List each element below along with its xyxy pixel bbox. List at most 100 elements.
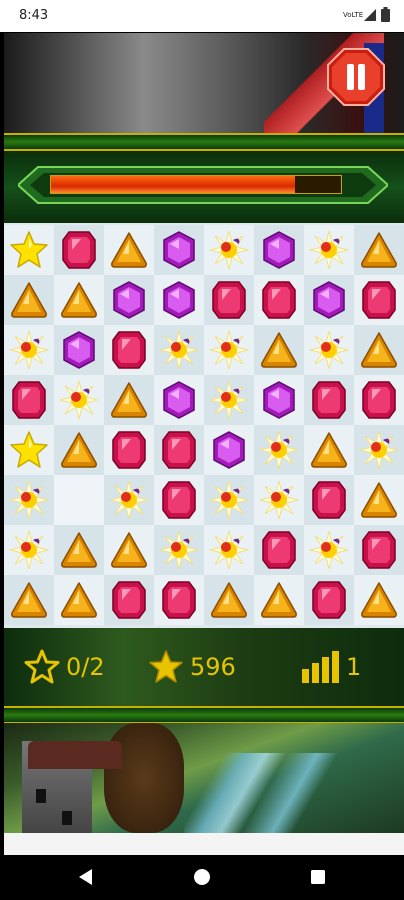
board-cell[interactable] [104, 325, 154, 375]
topaz-gem-icon[interactable] [59, 530, 99, 570]
ruby-gem-icon[interactable] [359, 530, 399, 570]
topaz-gem-icon[interactable] [59, 430, 99, 470]
flower-burst-icon[interactable] [9, 480, 49, 520]
board-cell[interactable] [254, 475, 304, 525]
amethyst-gem-icon[interactable] [259, 230, 299, 270]
topaz-gem-icon[interactable] [359, 330, 399, 370]
ruby-gem-icon[interactable] [59, 230, 99, 270]
flower-burst-icon[interactable] [9, 330, 49, 370]
board-cell[interactable] [354, 475, 404, 525]
board-cell[interactable] [254, 325, 304, 375]
board-cell[interactable] [304, 375, 354, 425]
board-cell[interactable] [204, 425, 254, 475]
board-cell[interactable] [204, 575, 254, 625]
board-cell[interactable] [204, 525, 254, 575]
topaz-gem-icon[interactable] [109, 230, 149, 270]
board-cell[interactable] [304, 475, 354, 525]
flower-burst-icon[interactable] [209, 530, 249, 570]
board-cell[interactable] [304, 325, 354, 375]
board-cell[interactable] [204, 475, 254, 525]
topaz-gem-icon[interactable] [309, 430, 349, 470]
flower-burst-icon[interactable] [259, 430, 299, 470]
topaz-gem-icon[interactable] [109, 380, 149, 420]
flower-burst-icon[interactable] [309, 230, 349, 270]
board-cell[interactable] [304, 225, 354, 275]
amethyst-gem-icon[interactable] [309, 280, 349, 320]
board-cell[interactable] [54, 425, 104, 475]
board-cell[interactable] [104, 525, 154, 575]
board-cell[interactable] [104, 575, 154, 625]
board-cell[interactable] [4, 475, 54, 525]
board-cell[interactable] [104, 425, 154, 475]
flower-burst-icon[interactable] [309, 530, 349, 570]
board-cell[interactable] [254, 375, 304, 425]
topaz-gem-icon[interactable] [359, 580, 399, 620]
board-cell[interactable] [354, 225, 404, 275]
board-cell[interactable] [254, 425, 304, 475]
flower-burst-icon[interactable] [209, 480, 249, 520]
ruby-gem-icon[interactable] [9, 380, 49, 420]
flower-burst-icon[interactable] [59, 380, 99, 420]
board-cell[interactable] [54, 525, 104, 575]
flower-burst-icon[interactable] [209, 380, 249, 420]
recents-icon[interactable] [308, 867, 328, 887]
board-cell[interactable] [304, 425, 354, 475]
flower-burst-icon[interactable] [209, 330, 249, 370]
amethyst-gem-icon[interactable] [159, 230, 199, 270]
board-cell[interactable] [254, 575, 304, 625]
board-cell[interactable] [104, 225, 154, 275]
board-cell[interactable] [54, 325, 104, 375]
flower-burst-icon[interactable] [309, 330, 349, 370]
board-cell[interactable] [4, 275, 54, 325]
ruby-gem-icon[interactable] [259, 530, 299, 570]
board-cell[interactable] [204, 325, 254, 375]
amethyst-gem-icon[interactable] [109, 280, 149, 320]
board-cell[interactable] [254, 525, 304, 575]
board-cell[interactable] [354, 325, 404, 375]
flower-burst-icon[interactable] [159, 330, 199, 370]
board-cell[interactable] [54, 275, 104, 325]
board-cell[interactable] [4, 525, 54, 575]
topaz-gem-icon[interactable] [359, 480, 399, 520]
flower-burst-icon[interactable] [9, 530, 49, 570]
board-cell[interactable] [154, 225, 204, 275]
ruby-gem-icon[interactable] [309, 580, 349, 620]
board-cell[interactable] [54, 575, 104, 625]
flower-burst-icon[interactable] [159, 530, 199, 570]
board-cell[interactable] [104, 475, 154, 525]
amethyst-gem-icon[interactable] [159, 280, 199, 320]
ruby-gem-icon[interactable] [159, 430, 199, 470]
board-cell[interactable] [354, 275, 404, 325]
board-cell[interactable] [304, 275, 354, 325]
pause-button[interactable] [326, 47, 386, 107]
board-cell[interactable] [354, 525, 404, 575]
topaz-gem-icon[interactable] [259, 580, 299, 620]
board-cell[interactable] [154, 575, 204, 625]
amethyst-gem-icon[interactable] [209, 430, 249, 470]
flower-burst-icon[interactable] [259, 480, 299, 520]
board-cell[interactable] [304, 575, 354, 625]
board-cell[interactable] [54, 225, 104, 275]
amethyst-gem-icon[interactable] [259, 380, 299, 420]
flower-burst-icon[interactable] [209, 230, 249, 270]
topaz-gem-icon[interactable] [59, 280, 99, 320]
ruby-gem-icon[interactable] [259, 280, 299, 320]
ruby-gem-icon[interactable] [109, 430, 149, 470]
flower-burst-icon[interactable] [359, 430, 399, 470]
board-cell[interactable] [254, 275, 304, 325]
board-cell[interactable] [154, 275, 204, 325]
topaz-gem-icon[interactable] [259, 330, 299, 370]
amethyst-gem-icon[interactable] [59, 330, 99, 370]
topaz-gem-icon[interactable] [9, 580, 49, 620]
ruby-gem-icon[interactable] [359, 380, 399, 420]
board-cell[interactable] [154, 325, 204, 375]
board-cell[interactable] [254, 225, 304, 275]
board-cell[interactable] [104, 275, 154, 325]
board-cell[interactable] [354, 375, 404, 425]
ruby-gem-icon[interactable] [209, 280, 249, 320]
ruby-gem-icon[interactable] [159, 480, 199, 520]
board-cell[interactable] [4, 225, 54, 275]
star-gem-icon[interactable] [9, 430, 49, 470]
topaz-gem-icon[interactable] [59, 580, 99, 620]
board-cell[interactable] [154, 425, 204, 475]
